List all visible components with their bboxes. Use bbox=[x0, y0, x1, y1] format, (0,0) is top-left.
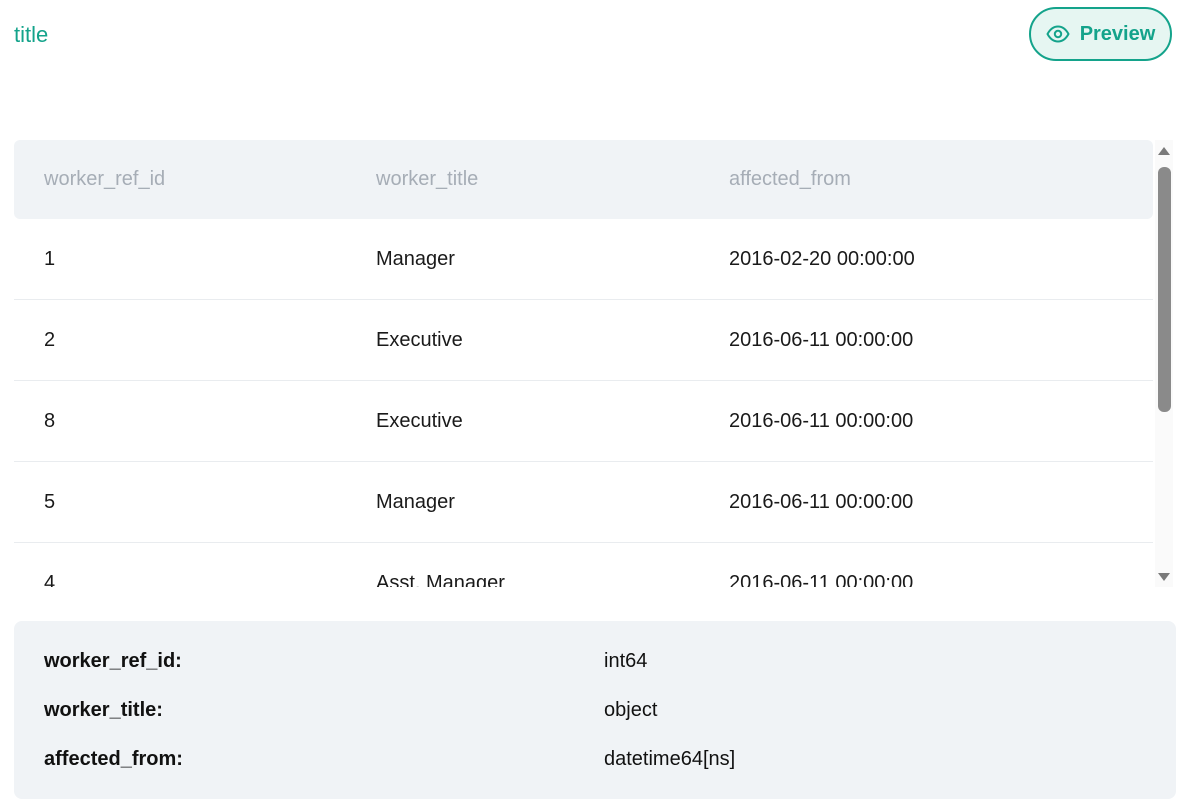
cell-affected-from: 2016-02-20 00:00:00 bbox=[729, 248, 915, 270]
dtype-value: int64 bbox=[604, 650, 648, 672]
dataframe-preview-page: title Preview worker_ref_id worker_title… bbox=[0, 0, 1192, 808]
preview-button[interactable]: Preview bbox=[1029, 7, 1172, 61]
table-row: 4 Asst. Manager 2016-06-11 00:00:00 bbox=[14, 543, 1153, 587]
cell-worker-ref-id: 8 bbox=[44, 410, 56, 432]
cell-worker-ref-id: 5 bbox=[44, 491, 56, 513]
dtype-column-name: worker_ref_id: bbox=[44, 650, 182, 672]
cell-worker-title: Executive bbox=[376, 410, 463, 432]
table-row: 2 Executive 2016-06-11 00:00:00 bbox=[14, 300, 1153, 381]
table-scrollbar[interactable] bbox=[1155, 140, 1173, 587]
column-header-worker-title: worker_title bbox=[376, 168, 479, 190]
table-header: worker_ref_id worker_title affected_from bbox=[14, 140, 1153, 219]
scroll-up-arrow-icon[interactable] bbox=[1158, 147, 1170, 155]
scrollbar-thumb[interactable] bbox=[1158, 167, 1171, 412]
cell-worker-title: Manager bbox=[376, 491, 455, 513]
dtype-column-name: affected_from: bbox=[44, 748, 183, 770]
preview-button-label: Preview bbox=[1079, 22, 1156, 45]
dtype-row: worker_title: object bbox=[14, 699, 1176, 729]
cell-worker-ref-id: 1 bbox=[44, 248, 56, 270]
cell-affected-from: 2016-06-11 00:00:00 bbox=[729, 410, 914, 432]
eye-icon bbox=[1046, 22, 1070, 46]
column-header-worker-ref-id: worker_ref_id bbox=[44, 168, 166, 190]
dtype-column-name: worker_title: bbox=[44, 699, 163, 721]
table-row: 5 Manager 2016-06-11 00:00:00 bbox=[14, 462, 1153, 543]
page-title: title bbox=[14, 22, 49, 47]
cell-affected-from: 2016-06-11 00:00:00 bbox=[729, 572, 914, 587]
scroll-down-arrow-icon[interactable] bbox=[1158, 573, 1170, 581]
dtype-row: affected_from: datetime64[ns] bbox=[14, 748, 1176, 778]
cell-worker-ref-id: 4 bbox=[44, 572, 56, 587]
cell-worker-ref-id: 2 bbox=[44, 329, 56, 351]
dtype-value: object bbox=[604, 699, 658, 721]
table-row: 1 Manager 2016-02-20 00:00:00 bbox=[14, 219, 1153, 300]
dtype-row: worker_ref_id: int64 bbox=[14, 650, 1176, 680]
cell-affected-from: 2016-06-11 00:00:00 bbox=[729, 491, 914, 513]
cell-worker-title: Asst. Manager bbox=[376, 572, 505, 587]
cell-worker-title: Manager bbox=[376, 248, 455, 270]
data-table: worker_ref_id worker_title affected_from… bbox=[14, 140, 1153, 587]
table-row: 8 Executive 2016-06-11 00:00:00 bbox=[14, 381, 1153, 462]
dtype-value: datetime64[ns] bbox=[604, 748, 736, 770]
cell-affected-from: 2016-06-11 00:00:00 bbox=[729, 329, 914, 351]
cell-worker-title: Executive bbox=[376, 329, 463, 351]
dtypes-panel: worker_ref_id: int64 worker_title: objec… bbox=[14, 621, 1176, 799]
column-header-affected-from: affected_from bbox=[729, 168, 851, 190]
